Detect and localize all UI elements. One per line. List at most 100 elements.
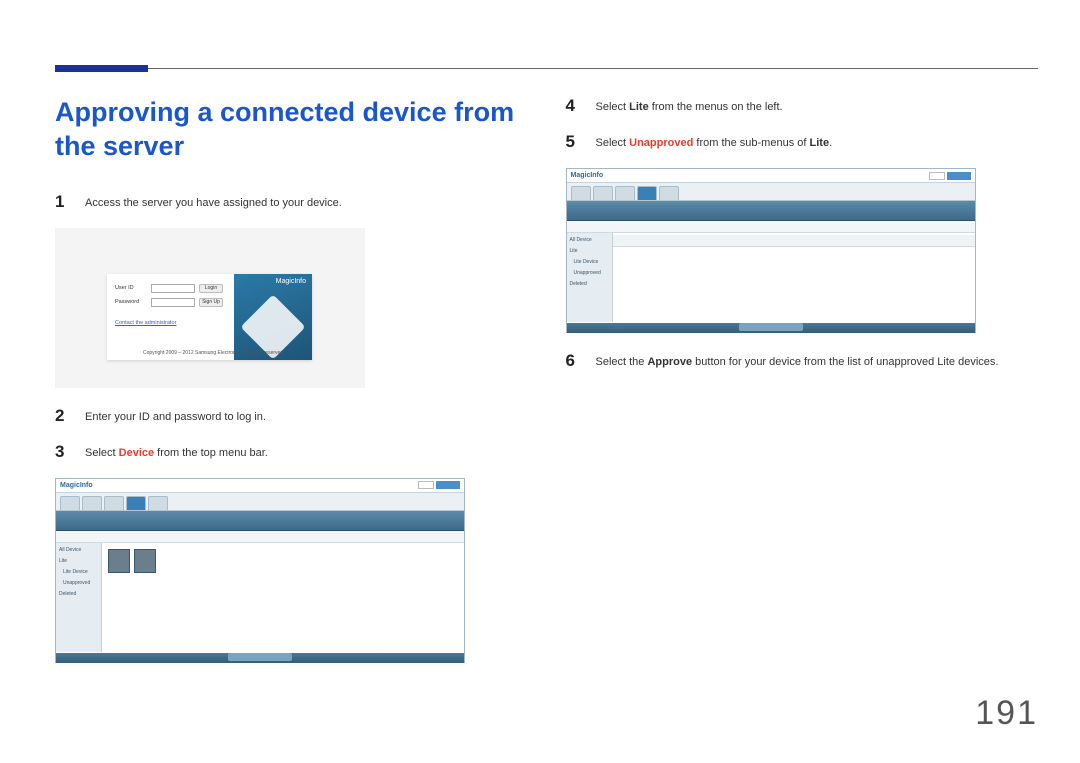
login-button[interactable]: Login — [199, 284, 223, 293]
app-sidebar: All Device Lite Lite Device Unapproved D… — [56, 543, 102, 652]
magicinfo-logo-text: MagicInfo — [276, 278, 306, 285]
sidebar-item-lite-device[interactable]: Lite Device — [59, 569, 98, 575]
titlebar-control[interactable] — [418, 481, 434, 489]
highlight-device: Device — [119, 447, 154, 459]
highlight-unapproved: Unapproved — [629, 137, 693, 149]
step-6: 6 Select the Approve button for your dev… — [566, 351, 1039, 371]
step-number: 6 — [566, 351, 580, 371]
header-accent-mark — [55, 65, 148, 72]
header-rule — [55, 68, 1038, 69]
text-part: from the menus on the left. — [649, 101, 783, 113]
row-user-id: User ID Login — [115, 284, 223, 293]
step-2: 2 Enter your ID and password to log in. — [55, 406, 528, 426]
bold-approve: Approve — [647, 356, 692, 368]
right-column: 4 Select Lite from the menus on the left… — [566, 96, 1039, 681]
sidebar-item-lite-device[interactable]: Lite Device — [570, 259, 609, 265]
login-banner: MagicInfo — [234, 274, 312, 360]
top-tab-icon[interactable] — [593, 186, 613, 200]
top-tab-icon[interactable] — [148, 496, 168, 510]
sidebar-item-deleted[interactable]: Deleted — [570, 281, 609, 287]
app-toolbar — [567, 201, 975, 221]
titlebar-control[interactable] — [947, 172, 971, 180]
top-tab-icon[interactable] — [615, 186, 635, 200]
top-tab-icon[interactable] — [82, 496, 102, 510]
sidebar-item-all-device[interactable]: All Device — [570, 237, 609, 243]
text-part: Select the — [596, 356, 648, 368]
content-columns: Approving a connected device from the se… — [55, 96, 1038, 681]
sidebar-item-unapproved[interactable]: Unapproved — [59, 580, 98, 586]
contact-admin-link[interactable]: Contact the administrator — [115, 320, 176, 326]
step-4: 4 Select Lite from the menus on the left… — [566, 96, 1039, 116]
titlebar-controls — [929, 172, 971, 180]
titlebar-controls — [418, 481, 460, 489]
app-body: All Device Lite Lite Device Unapproved D… — [56, 543, 464, 652]
titlebar-control[interactable] — [436, 481, 460, 489]
app-toolbar — [56, 511, 464, 531]
login-panel: MagicInfo User ID Login Password Sign Up… — [107, 274, 312, 360]
step-text: Select Lite from the menus on the left. — [596, 96, 783, 115]
row-password: Password Sign Up — [115, 298, 223, 307]
sidebar-item-lite[interactable]: Lite — [59, 558, 98, 564]
footer-pager[interactable] — [739, 323, 803, 331]
top-tab-icon[interactable] — [659, 186, 679, 200]
text-part: button for your device from the list of … — [692, 356, 998, 368]
label-password: Password — [115, 299, 147, 305]
step-number: 5 — [566, 132, 580, 152]
label-user-id: User ID — [115, 285, 147, 291]
text-part: from the sub-menus of — [693, 137, 809, 149]
app-titlebar: MagicInfo — [56, 479, 464, 493]
text-part: Select — [85, 447, 119, 459]
app-filter-bar — [56, 531, 464, 543]
input-password[interactable] — [151, 298, 195, 307]
list-header — [613, 235, 975, 247]
copyright-text: Copyright 2009 – 2012 Samsung Electronic… — [143, 350, 284, 356]
bold-lite: Lite — [810, 137, 830, 149]
footer-pager[interactable] — [228, 653, 292, 661]
step-1: 1 Access the server you have assigned to… — [55, 192, 528, 212]
app-top-tabs — [56, 493, 464, 511]
screenshot-unapproved-list: MagicInfo All Device Lite Lite Device Un… — [566, 168, 976, 333]
top-tab-icon[interactable] — [60, 496, 80, 510]
screenshot-login: MagicInfo User ID Login Password Sign Up… — [55, 228, 365, 388]
top-tab-icon[interactable] — [104, 496, 124, 510]
sidebar-item-unapproved[interactable]: Unapproved — [570, 270, 609, 276]
page-number: 191 — [975, 694, 1038, 733]
app-titlebar: MagicInfo — [567, 169, 975, 183]
text-part: . — [829, 137, 832, 149]
titlebar-control[interactable] — [929, 172, 945, 180]
step-3: 3 Select Device from the top menu bar. — [55, 442, 528, 462]
bold-lite: Lite — [629, 101, 649, 113]
section-title: Approving a connected device from the se… — [55, 96, 528, 164]
sidebar-item-lite[interactable]: Lite — [570, 248, 609, 254]
input-user-id[interactable] — [151, 284, 195, 293]
step-number: 3 — [55, 442, 69, 462]
device-thumbnails — [108, 549, 156, 573]
step-text: Select Unapproved from the sub-menus of … — [596, 132, 833, 151]
top-tab-device-icon[interactable] — [126, 496, 146, 510]
device-thumbnail[interactable] — [108, 549, 130, 573]
step-text: Enter your ID and password to log in. — [85, 406, 266, 425]
app-brand: MagicInfo — [571, 172, 604, 179]
step-number: 1 — [55, 192, 69, 212]
step-text: Select Device from the top menu bar. — [85, 442, 268, 461]
step-text: Select the Approve button for your devic… — [596, 351, 999, 370]
text-part: Select — [596, 101, 630, 113]
app-footer — [56, 653, 464, 663]
app-sidebar: All Device Lite Lite Device Unapproved D… — [567, 233, 613, 322]
text-part: Select — [596, 137, 630, 149]
app-main-area — [613, 233, 975, 322]
app-brand: MagicInfo — [60, 482, 93, 489]
step-text: Access the server you have assigned to y… — [85, 192, 342, 211]
screenshot-device-menu: MagicInfo All Device Lite Lite Device Un… — [55, 478, 465, 663]
app-top-tabs — [567, 183, 975, 201]
signup-button[interactable]: Sign Up — [199, 298, 223, 307]
step-number: 2 — [55, 406, 69, 426]
text-part: from the top menu bar. — [154, 447, 268, 459]
app-footer — [567, 323, 975, 333]
top-tab-device-icon[interactable] — [637, 186, 657, 200]
sidebar-item-deleted[interactable]: Deleted — [59, 591, 98, 597]
device-thumbnail[interactable] — [134, 549, 156, 573]
app-body: All Device Lite Lite Device Unapproved D… — [567, 233, 975, 322]
sidebar-item-all-device[interactable]: All Device — [59, 547, 98, 553]
top-tab-icon[interactable] — [571, 186, 591, 200]
